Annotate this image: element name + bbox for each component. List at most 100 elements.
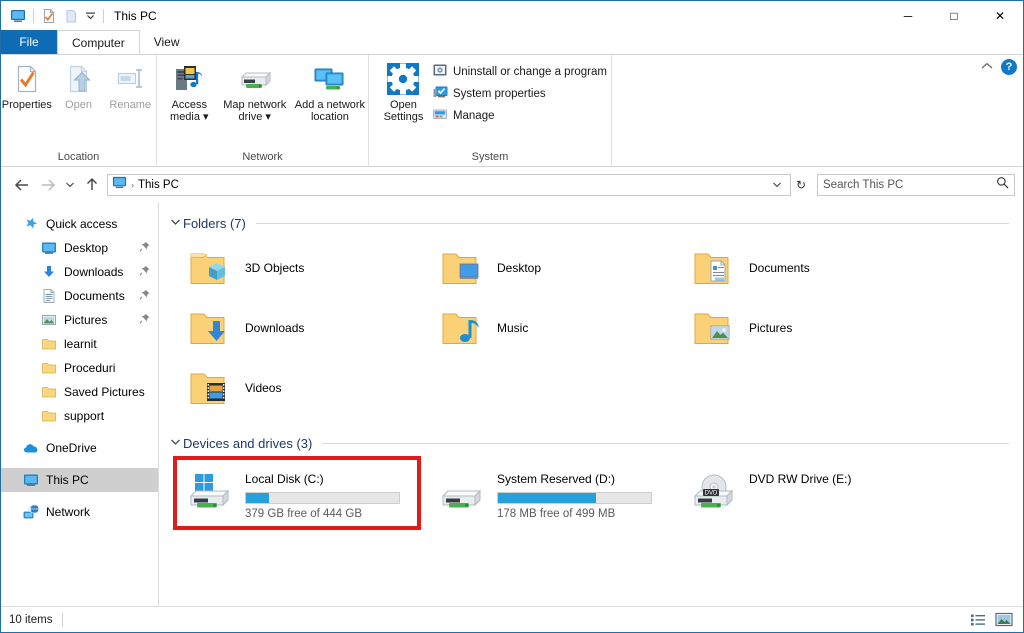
- desktop-icon: [41, 240, 57, 256]
- sidebar-item-support[interactable]: support: [1, 404, 158, 428]
- open-button[interactable]: Open: [53, 59, 105, 111]
- new-folder-icon[interactable]: [60, 5, 82, 26]
- address-field[interactable]: › This PC: [107, 173, 791, 196]
- folder-item-documents[interactable]: Documents: [687, 238, 939, 298]
- drive-item-dvd-rw-e[interactable]: DVD DVD RW Drive (E:): [687, 462, 939, 522]
- back-button[interactable]: [9, 173, 35, 197]
- up-button[interactable]: [79, 173, 105, 197]
- navigation-pane: Quick access Desktop Downloads Documents…: [1, 202, 159, 606]
- breadcrumb-current[interactable]: This PC: [138, 179, 179, 191]
- details-view-button[interactable]: [967, 610, 989, 630]
- close-button[interactable]: ✕: [977, 1, 1023, 30]
- tab-view[interactable]: View: [140, 30, 194, 54]
- access-media-label: Access media ▾: [170, 99, 209, 123]
- system-properties-button[interactable]: System properties: [428, 83, 611, 105]
- folder-documents-icon: [687, 242, 743, 294]
- address-bar: › This PC ↻ Search This PC: [1, 167, 1023, 202]
- chevron-up-icon[interactable]: [981, 62, 993, 73]
- sidebar-item-quick-access[interactable]: Quick access: [1, 212, 158, 236]
- drives-section-title: Devices and drives (3): [183, 435, 313, 451]
- manage-button[interactable]: Manage: [428, 105, 611, 127]
- add-network-location-button[interactable]: Add a network location: [292, 59, 368, 123]
- search-box[interactable]: Search This PC: [817, 173, 1015, 196]
- drive-item-system-reserved-d[interactable]: System Reserved (D:) 178 MB free of 499 …: [435, 462, 687, 522]
- folder-item-music[interactable]: Music: [435, 298, 687, 358]
- sidebar-label: Documents: [64, 289, 125, 303]
- sidebar-item-this-pc[interactable]: This PC: [1, 468, 158, 492]
- folder-icon: [41, 336, 57, 352]
- status-bar: 10 items: [1, 606, 1023, 632]
- system-properties-icon: [432, 84, 448, 105]
- properties-button[interactable]: Properties: [1, 59, 53, 111]
- toolbar-separator-2: [103, 8, 104, 23]
- recent-locations-button[interactable]: [61, 173, 79, 197]
- folder-item-desktop[interactable]: Desktop: [435, 238, 687, 298]
- folders-section-header[interactable]: Folders (7): [167, 214, 1009, 232]
- system-properties-label: System properties: [452, 88, 546, 100]
- drive-info: Local Disk (C:) 379 GB free of 444 GB: [245, 466, 400, 520]
- properties-icon[interactable]: [38, 5, 60, 26]
- folder-item-downloads[interactable]: Downloads: [183, 298, 435, 358]
- ribbon-group-location: Properties Open Rename Location: [1, 55, 157, 166]
- chevron-down-icon[interactable]: [167, 438, 183, 449]
- sidebar-label: support: [64, 409, 105, 423]
- properties-icon: [12, 63, 42, 95]
- sidebar-item-learnit[interactable]: learnit: [1, 332, 158, 356]
- minimize-button[interactable]: ─: [885, 1, 931, 30]
- sidebar-item-proceduri[interactable]: Proceduri: [1, 356, 158, 380]
- ribbon-group-network-body: Access media ▾ Map network drive ▾ Add a…: [157, 55, 368, 147]
- customize-toolbar-icon[interactable]: [82, 5, 99, 26]
- ribbon-filler: [612, 55, 1023, 166]
- sidebar-item-network[interactable]: Network: [1, 500, 158, 524]
- view-buttons: [967, 610, 1015, 630]
- capacity-bar: [245, 492, 400, 504]
- folder-item-3d-objects[interactable]: 3D Objects: [183, 238, 435, 298]
- sidebar-item-documents[interactable]: Documents: [1, 284, 158, 308]
- sidebar-item-onedrive[interactable]: OneDrive: [1, 436, 158, 460]
- drive-free-space: 178 MB free of 499 MB: [497, 508, 616, 520]
- rename-button[interactable]: Rename: [104, 59, 156, 111]
- tab-file[interactable]: File: [1, 30, 57, 54]
- address-dropdown-icon[interactable]: [768, 180, 786, 190]
- folder-label: Desktop: [497, 261, 542, 275]
- drive-icon: [435, 466, 491, 518]
- ribbon-group-system-body: Open Settings Uninstall or change a prog…: [369, 55, 611, 147]
- status-separator: [62, 612, 64, 627]
- search-icon[interactable]: [996, 176, 1009, 194]
- ribbon-group-network-label: Network: [242, 150, 283, 163]
- sidebar-item-desktop[interactable]: Desktop: [1, 236, 158, 260]
- pin-icon[interactable]: [139, 289, 150, 303]
- uninstall-program-button[interactable]: Uninstall or change a program: [428, 61, 611, 83]
- sidebar-item-saved-pictures[interactable]: Saved Pictures: [1, 380, 158, 404]
- ribbon: Properties Open Rename Location Access m…: [1, 54, 1023, 167]
- open-settings-button[interactable]: Open Settings: [379, 59, 428, 123]
- drives-section-header[interactable]: Devices and drives (3): [167, 434, 1009, 452]
- folder-label: Documents: [749, 261, 810, 275]
- sidebar-item-downloads[interactable]: Downloads: [1, 260, 158, 284]
- pin-icon[interactable]: [139, 313, 150, 327]
- folder-item-pictures[interactable]: Pictures: [687, 298, 939, 358]
- this-pc-icon[interactable]: [7, 5, 29, 26]
- tab-computer[interactable]: Computer: [57, 30, 140, 54]
- pin-icon[interactable]: [139, 265, 150, 279]
- chevron-down-icon[interactable]: [167, 218, 183, 229]
- maximize-button[interactable]: □: [931, 1, 977, 30]
- search-input[interactable]: Search This PC: [823, 179, 996, 191]
- folders-grid: 3D Objects Desktop Documents Downloads M…: [183, 238, 1023, 418]
- pin-icon[interactable]: [139, 241, 150, 255]
- folder-downloads-icon: [183, 302, 239, 354]
- explorer-content: Quick access Desktop Downloads Documents…: [1, 202, 1023, 606]
- access-media-button[interactable]: Access media ▾: [161, 59, 218, 123]
- file-list-pane[interactable]: Folders (7) 3D Objects Desktop Documents…: [159, 202, 1023, 606]
- help-icon[interactable]: ?: [1001, 59, 1017, 75]
- forward-button[interactable]: [35, 173, 61, 197]
- map-network-drive-button[interactable]: Map network drive ▾: [218, 59, 292, 123]
- drive-free-space: 379 GB free of 444 GB: [245, 508, 362, 520]
- sidebar-item-pictures[interactable]: Pictures: [1, 308, 158, 332]
- refresh-button[interactable]: ↻: [791, 174, 811, 196]
- folder-item-videos[interactable]: Videos: [183, 358, 435, 418]
- quick-access-toolbar: [7, 5, 108, 26]
- drive-item-local-disk-c[interactable]: Local Disk (C:) 379 GB free of 444 GB: [183, 462, 435, 522]
- large-icons-view-button[interactable]: [993, 610, 1015, 630]
- capacity-bar: [497, 492, 652, 504]
